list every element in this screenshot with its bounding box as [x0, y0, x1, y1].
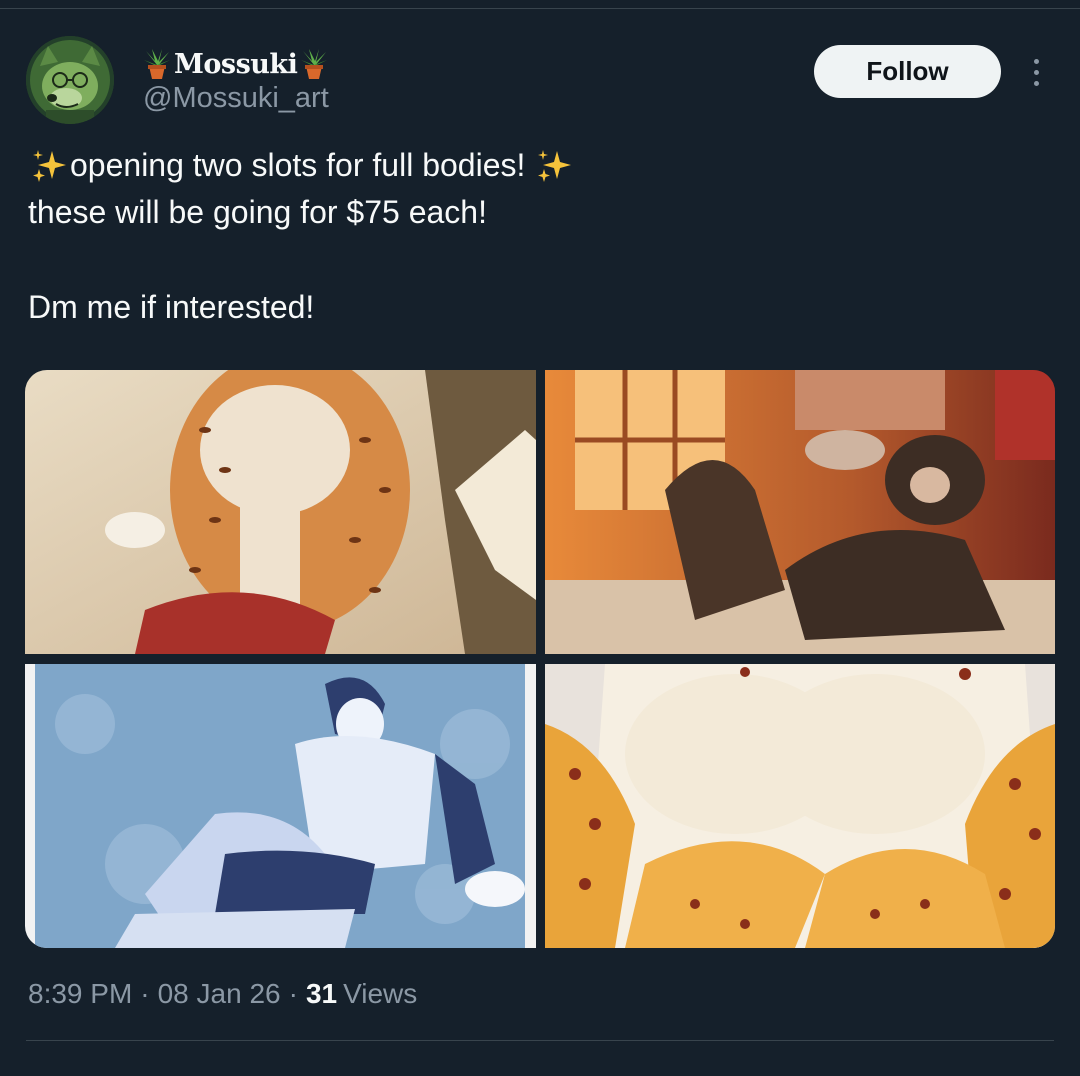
meta-separator: · [288, 978, 298, 1009]
media-image-2[interactable] [545, 370, 1055, 654]
author-display-name[interactable]: Mossuki [174, 49, 298, 80]
tweet-text-blank-line [28, 236, 1048, 283]
tweet-text-line: Dm me if interested! [28, 289, 315, 325]
potted-plant-icon [142, 47, 172, 81]
meta-separator: · [140, 978, 150, 1009]
tweet-meta: 8:39 PM · 08 Jan 26 · 31 Views [28, 978, 417, 1010]
tweet-text-segment: opening two slots for full bodies! [70, 147, 526, 183]
author-name-row[interactable]: Mossuki [142, 44, 329, 84]
avatar-image [26, 36, 114, 124]
avatar[interactable] [26, 36, 114, 124]
sparkles-icon [30, 147, 68, 185]
tweet-text-line: opening two slots for full bodies! [28, 142, 1048, 189]
tweet-date[interactable]: 08 Jan 26 [158, 978, 281, 1010]
media-image-3[interactable] [25, 664, 536, 948]
media-grid [25, 370, 1055, 948]
tweet-time[interactable]: 8:39 PM [28, 978, 132, 1010]
tweet-text-line: these will be going for $75 each! [28, 194, 487, 230]
potted-plant-icon [299, 47, 329, 81]
follow-button[interactable]: Follow [814, 45, 1001, 98]
author-handle[interactable]: @Mossuki_art [143, 82, 329, 115]
tweet: Mossuki @Mossuki_art Follow opening two … [0, 0, 1080, 1076]
views-count[interactable]: 31 [306, 978, 337, 1010]
media-image-4[interactable] [545, 664, 1055, 948]
media-image-1[interactable] [25, 370, 536, 654]
bottom-divider [26, 1040, 1054, 1041]
tweet-text: opening two slots for full bodies! these… [28, 142, 1048, 331]
more-options-icon[interactable] [1020, 52, 1052, 92]
sparkles-icon [535, 147, 573, 185]
views-label[interactable]: Views [343, 978, 417, 1010]
